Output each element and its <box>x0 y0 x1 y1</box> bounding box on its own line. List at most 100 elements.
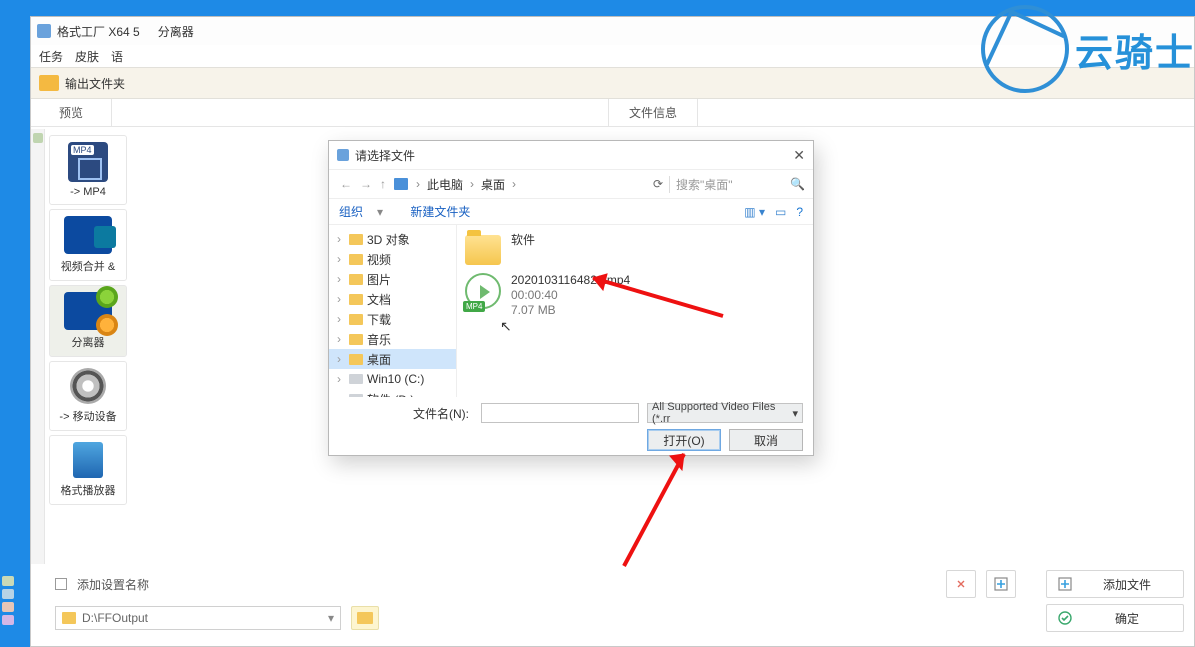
filetype-dropdown[interactable]: All Supported Video Files (*.rr ▾ <box>647 403 803 423</box>
tile-label: 视频合并 & <box>61 261 115 273</box>
tile-mp4[interactable]: -> MP4 <box>49 135 127 205</box>
dialog-bottom: 文件名(N): All Supported Video Files (*.rr … <box>329 397 813 463</box>
view-options-button[interactable]: ▥ ▾ <box>744 205 765 219</box>
file-open-dialog: 请选择文件 ✕ ← → ↑ › 此电脑 › 桌面 › ⟳ 搜索"桌面" 🔍 组织… <box>328 140 814 456</box>
remove-file-button[interactable] <box>946 570 976 598</box>
nav-up-button[interactable]: ↑ <box>377 177 389 191</box>
chevron-right-icon: › <box>413 177 423 191</box>
chevron-down-icon: ▾ <box>328 611 334 625</box>
bottom-row-1: 添加设置名称 添加文件 <box>55 570 1184 598</box>
file-plus-icon <box>993 576 1009 592</box>
crumb-desktop[interactable]: 桌面 <box>479 176 507 193</box>
disc-icon <box>70 368 106 404</box>
menu-task[interactable]: 任务 <box>39 48 63 65</box>
tree-documents[interactable]: ›文档 <box>329 289 456 309</box>
app-icon <box>37 24 51 38</box>
content-tabs: 预览 文件信息 <box>31 99 1194 127</box>
mp4-badge: MP4 <box>463 301 485 312</box>
crumb-this-pc[interactable]: 此电脑 <box>425 176 465 193</box>
tree-desktop[interactable]: ›桌面 <box>329 349 456 369</box>
search-box[interactable]: 搜索"桌面" 🔍 <box>669 176 805 193</box>
mini-sidebar <box>31 129 45 588</box>
output-folder-button[interactable]: 输出文件夹 <box>65 75 125 92</box>
organize-menu[interactable]: 组织 <box>339 205 363 219</box>
tile-player[interactable]: 格式播放器 <box>49 435 127 505</box>
dialog-titlebar[interactable]: 请选择文件 ✕ <box>329 141 813 169</box>
tile-label: -> 移动设备 <box>59 411 116 423</box>
app-title: 格式工厂 X64 5 <box>57 23 140 40</box>
output-path-text: D:\FFOutput <box>82 611 148 625</box>
ok-label: 确定 <box>1081 610 1173 627</box>
watermark-text: 云骑士 <box>1075 22 1195 77</box>
filename-label: 文件名(N): <box>413 405 469 422</box>
output-path-combo[interactable]: D:\FFOutput ▾ <box>55 606 341 630</box>
tree-3d-objects[interactable]: ›3D 对象 <box>329 229 456 249</box>
file-x-icon <box>953 576 969 592</box>
chevron-down-icon: ▾ <box>792 407 798 420</box>
chevron-right-icon: › <box>467 177 477 191</box>
folder-icon <box>39 75 59 91</box>
new-folder-button[interactable]: 新建文件夹 <box>410 205 470 219</box>
tile-mobile[interactable]: -> 移动设备 <box>49 361 127 431</box>
dialog-toolbar: 组织▾ 新建文件夹 ▥ ▾ ▭ ? <box>329 199 813 225</box>
ok-button[interactable]: 确定 <box>1046 604 1184 632</box>
chevron-right-icon: › <box>509 177 519 191</box>
watermark-emblem-icon <box>981 5 1069 93</box>
search-icon: 🔍 <box>790 177 805 191</box>
nav-forward-button[interactable]: → <box>357 177 375 191</box>
tree-downloads[interactable]: ›下载 <box>329 309 456 329</box>
bottom-bar: 添加设置名称 添加文件 D:\FFOutput ▾ 确定 <box>31 564 1194 646</box>
dialog-body: ›3D 对象 ›视频 ›图片 ›文档 ›下载 ›音乐 ›桌面 ›Win10 (C… <box>329 225 813 397</box>
mouse-cursor-icon: ↖ <box>500 318 512 335</box>
add-file-button[interactable]: 添加文件 <box>1046 570 1184 598</box>
folder-icon <box>62 612 76 624</box>
tab-fileinfo[interactable]: 文件信息 <box>608 99 698 126</box>
player-icon <box>73 442 103 478</box>
search-placeholder: 搜索"桌面" <box>676 176 733 193</box>
tile-splitter[interactable]: 分离器 <box>49 285 127 357</box>
tile-label: 分离器 <box>72 337 105 349</box>
tree-pictures[interactable]: ›图片 <box>329 269 456 289</box>
tree-drive-c[interactable]: ›Win10 (C:) <box>329 369 456 389</box>
category-tiles: -> MP4 视频合并 & 分离器 -> 移动设备 格式播放器 <box>45 129 131 588</box>
browse-output-button[interactable] <box>351 606 379 630</box>
nav-back-button[interactable]: ← <box>337 177 355 191</box>
add-setting-checkbox[interactable] <box>55 578 67 590</box>
cancel-button[interactable]: 取消 <box>729 429 803 451</box>
tree-drive-d[interactable]: ›软件 (D:) <box>329 389 456 397</box>
close-button[interactable]: ✕ <box>793 147 805 164</box>
folder-icon <box>357 612 373 624</box>
tree-videos[interactable]: ›视频 <box>329 249 456 269</box>
dialog-address-bar: ← → ↑ › 此电脑 › 桌面 › ⟳ 搜索"桌面" 🔍 <box>329 169 813 199</box>
pc-icon <box>394 178 408 190</box>
help-button[interactable]: ? <box>796 205 803 219</box>
tree-music[interactable]: ›音乐 <box>329 329 456 349</box>
file-plus-icon <box>1057 576 1073 592</box>
list-item-folder[interactable]: 软件 <box>465 233 805 265</box>
dialog-icon <box>337 149 349 161</box>
menu-lang[interactable]: 语 <box>111 48 123 65</box>
tutorial-arrow-1-icon <box>575 268 725 318</box>
tab-preview[interactable]: 预览 <box>31 99 112 126</box>
folder-icon <box>465 235 501 265</box>
tiny-icon-strip <box>0 573 20 628</box>
nav-tree[interactable]: ›3D 对象 ›视频 ›图片 ›文档 ›下载 ›音乐 ›桌面 ›Win10 (C… <box>329 225 457 397</box>
tile-label: -> MP4 <box>70 186 106 198</box>
add-file-label: 添加文件 <box>1081 576 1173 593</box>
tile-label: 格式播放器 <box>61 485 116 497</box>
refresh-button[interactable]: ⟳ <box>649 177 667 191</box>
app-subtitle: 分离器 <box>158 23 194 40</box>
check-circle-icon <box>1057 610 1073 626</box>
tutorial-arrow-2-icon <box>610 440 700 570</box>
preview-pane-button[interactable]: ▭ <box>775 205 786 219</box>
watermark-logo: 云骑士 <box>981 5 1195 93</box>
menu-skin[interactable]: 皮肤 <box>75 48 99 65</box>
splitter-icon <box>64 292 112 330</box>
tile-merge[interactable]: 视频合并 & <box>49 209 127 281</box>
filetype-text: All Supported Video Files (*.rr <box>652 401 792 425</box>
filename-input[interactable] <box>481 403 639 423</box>
add-setting-label: 添加设置名称 <box>77 576 149 593</box>
add-file-small-button[interactable] <box>986 570 1016 598</box>
mp4-icon <box>68 142 108 182</box>
bottom-row-2: D:\FFOutput ▾ 确定 <box>55 604 1184 632</box>
